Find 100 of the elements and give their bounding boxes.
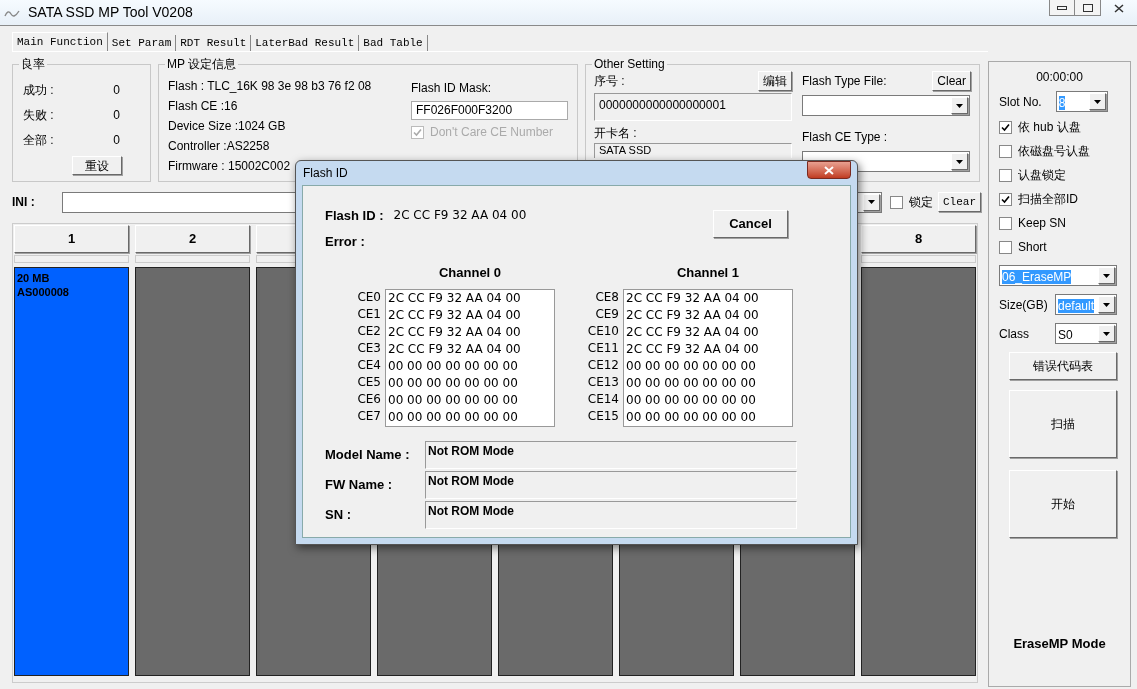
option-label: 依 hub 认盘 bbox=[1018, 119, 1081, 136]
card-name-label: 开卡名 : bbox=[594, 125, 638, 142]
mask-field[interactable]: FF026F000F3200 bbox=[411, 101, 568, 120]
stat-value: 0 bbox=[113, 82, 120, 99]
checkbox[interactable] bbox=[999, 120, 1012, 134]
id-entry: 00 00 00 00 00 00 00 bbox=[626, 408, 757, 426]
error-code-button[interactable]: 错误代码表 bbox=[1009, 352, 1117, 380]
timer: 00:00:00 bbox=[1035, 69, 1084, 86]
id-entry: 2C CC F9 32 AA 04 00 bbox=[388, 323, 522, 341]
field-label: SN : bbox=[325, 505, 352, 524]
clear-button[interactable]: Clear bbox=[938, 192, 981, 212]
stat-value: 0 bbox=[113, 132, 120, 149]
minimize-button[interactable] bbox=[1049, 0, 1075, 16]
id-entry: 00 00 00 00 00 00 00 bbox=[626, 391, 757, 409]
reset-button[interactable]: 重设 bbox=[72, 156, 122, 175]
checkbox[interactable] bbox=[999, 144, 1012, 158]
option-label: 认盘锁定 bbox=[1018, 167, 1066, 184]
error-label: Error : bbox=[325, 232, 366, 251]
stat-value: 0 bbox=[113, 107, 120, 124]
stat-label: 全部 : bbox=[23, 132, 54, 149]
ce-label: CE7 bbox=[356, 407, 381, 425]
checkbox[interactable] bbox=[999, 168, 1012, 182]
channel-title: Channel 0 bbox=[437, 264, 503, 282]
checkbox[interactable] bbox=[999, 240, 1012, 254]
option-label: Short bbox=[1018, 239, 1047, 256]
dropdown-value: 06_EraseMP bbox=[1002, 269, 1072, 284]
ce-label: CE2 bbox=[356, 322, 381, 340]
flash-ce-label: Flash CE Type : bbox=[802, 129, 889, 146]
serial-field[interactable]: 0000000000000000001 bbox=[594, 93, 792, 121]
flash-info-line: Flash CE :16 bbox=[168, 98, 238, 115]
ce-label: CE6 bbox=[356, 390, 381, 408]
id-entry: 2C CC F9 32 AA 04 00 bbox=[626, 306, 760, 324]
checkbox-label: Don't Care CE Number bbox=[430, 124, 553, 141]
checkbox-label: 锁定 bbox=[909, 194, 933, 211]
field-value[interactable]: Not ROM Mode bbox=[425, 440, 797, 469]
field-value[interactable]: Not ROM Mode bbox=[425, 500, 797, 529]
edit-button[interactable]: 编辑 bbox=[758, 71, 792, 91]
channel-title: Channel 1 bbox=[675, 264, 741, 282]
slot-header[interactable]: 2 bbox=[135, 225, 250, 253]
ce-label: CE15 bbox=[586, 407, 619, 425]
ce-label: CE8 bbox=[594, 288, 619, 306]
flash-id-value: 2C CC F9 32 AA 04 00 bbox=[393, 207, 527, 224]
flash-type-label: Flash Type File: bbox=[802, 73, 887, 90]
close-icon bbox=[824, 165, 834, 175]
ce-label: CE10 bbox=[586, 322, 619, 340]
checkbox[interactable] bbox=[999, 216, 1012, 230]
mode-label: EraseMP Mode bbox=[1012, 634, 1107, 653]
scan-button[interactable]: 扫描 bbox=[1009, 390, 1117, 458]
field-label: Model Name : bbox=[325, 445, 411, 464]
mask-label: Flash ID Mask: bbox=[411, 80, 492, 97]
group-title: MP 设定信息 bbox=[165, 56, 239, 72]
slot-header[interactable]: 8 bbox=[861, 225, 976, 253]
ce-label: CE3 bbox=[356, 339, 381, 357]
dropdown-value: default bbox=[1058, 298, 1095, 313]
dropdown[interactable]: S0 bbox=[1055, 323, 1117, 344]
flash-info-line: Controller :AS2258 bbox=[168, 138, 270, 155]
ce-label: CE0 bbox=[356, 288, 381, 306]
id-entry: 2C CC F9 32 AA 04 00 bbox=[388, 306, 522, 324]
ce-label: CE14 bbox=[586, 390, 619, 408]
dialog-title: Flash ID bbox=[302, 165, 348, 182]
ce-label: CE4 bbox=[356, 356, 381, 374]
stat-label: 失败 : bbox=[23, 107, 54, 124]
serial-label: 序号 : bbox=[594, 73, 625, 90]
maximize-icon bbox=[1082, 3, 1093, 12]
tab[interactable]: Bad Table bbox=[359, 35, 428, 51]
tab[interactable]: Set Param bbox=[107, 35, 177, 51]
ce-label: CE11 bbox=[586, 339, 619, 357]
size-label: Size(GB) bbox=[999, 296, 1048, 314]
checkbox[interactable] bbox=[890, 195, 903, 209]
ini-label: INI : bbox=[12, 194, 36, 211]
close-icon bbox=[1114, 3, 1124, 13]
id-entry: 00 00 00 00 00 00 00 bbox=[626, 374, 757, 392]
maximize-button[interactable] bbox=[1075, 0, 1101, 16]
card-name-field[interactable]: SATA SSD bbox=[594, 143, 792, 158]
ce-label: CE5 bbox=[356, 373, 381, 391]
class-label: Class bbox=[999, 325, 1029, 343]
tab[interactable]: Main Function bbox=[12, 32, 108, 51]
id-entry: 00 00 00 00 00 00 00 bbox=[388, 391, 519, 409]
start-button[interactable]: 开始 bbox=[1009, 470, 1117, 538]
id-entry: 2C CC F9 32 AA 04 00 bbox=[388, 289, 522, 307]
ce-label: CE1 bbox=[356, 305, 381, 323]
option-label: 依磁盘号认盘 bbox=[1018, 143, 1090, 160]
stat-label: 成功 : bbox=[23, 82, 54, 99]
flash-id-label: Flash ID : bbox=[325, 207, 384, 225]
tab[interactable]: RDT Result bbox=[176, 35, 252, 51]
flash-info-line: Flash : TLC_16K 98 3e 98 b3 76 f2 08 bbox=[168, 78, 372, 95]
field-label: FW Name : bbox=[325, 475, 394, 494]
cancel-button[interactable]: Cancel bbox=[713, 210, 788, 238]
slot-info: 20 MB bbox=[17, 271, 51, 285]
clear-button[interactable]: Clear bbox=[932, 71, 971, 91]
id-entry: 00 00 00 00 00 00 00 bbox=[626, 357, 757, 375]
id-entry: 2C CC F9 32 AA 04 00 bbox=[626, 340, 760, 358]
checkbox[interactable] bbox=[999, 192, 1012, 206]
slot-header[interactable]: 1 bbox=[14, 225, 129, 253]
tab[interactable]: LaterBad Result bbox=[251, 35, 360, 51]
field-value[interactable]: Not ROM Mode bbox=[425, 470, 797, 499]
dropdown[interactable] bbox=[802, 95, 970, 116]
id-entry: 00 00 00 00 00 00 00 bbox=[388, 374, 519, 392]
flash-info-line: Firmware : 15002C002 bbox=[168, 158, 291, 175]
close-button[interactable] bbox=[807, 161, 851, 179]
